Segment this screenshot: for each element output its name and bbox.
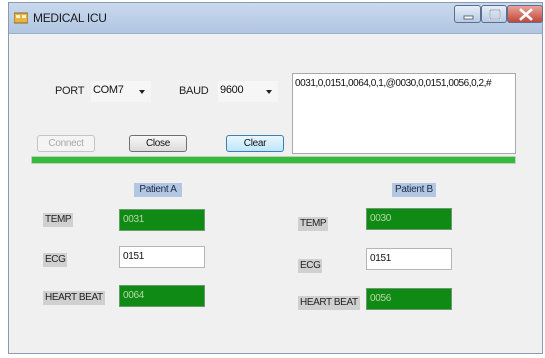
minimize-button[interactable]: [454, 5, 481, 23]
patient-a-heartbeat-field: 0064: [119, 285, 205, 307]
patient-b-ecg-label: ECG: [298, 259, 323, 273]
patient-a-title: Patient A: [134, 183, 182, 197]
baud-select-value: 9600: [220, 84, 244, 96]
app-window: MEDICAL ICU PORT COM7 BAUD 9600 0031,0,0…: [8, 2, 543, 354]
port-select[interactable]: COM7: [91, 81, 151, 102]
baud-select[interactable]: 9600: [218, 81, 278, 102]
maximize-icon: [489, 9, 501, 20]
serial-data-textbox[interactable]: 0031,0,0151,0064,0,1,@0030,0,0151,0056,0…: [292, 73, 516, 154]
patient-b-temp-label: TEMP: [298, 217, 329, 231]
close-button[interactable]: Close: [129, 135, 187, 152]
progress-bar: [31, 156, 516, 164]
close-window-button[interactable]: [507, 5, 543, 23]
patient-a-heartbeat-label: HEART BEAT: [43, 291, 105, 305]
patient-b-heartbeat-label: HEART BEAT: [298, 296, 360, 310]
patient-a-ecg-field[interactable]: 0151: [119, 246, 205, 268]
port-select-value: COM7: [93, 84, 124, 96]
serial-data-text: 0031,0,0151,0064,0,1,@0030,0,0151,0056,0…: [295, 78, 492, 89]
baud-label: BAUD: [179, 85, 209, 97]
close-icon: [519, 8, 533, 21]
port-label: PORT: [55, 85, 85, 97]
minimize-icon: [463, 15, 474, 20]
connect-button[interactable]: Connect: [37, 135, 95, 152]
app-icon: [13, 11, 29, 24]
patient-b-heartbeat-field: 0056: [366, 288, 452, 310]
patient-b-title: Patient B: [392, 183, 436, 197]
patient-a-temp-field: 0031: [119, 209, 205, 231]
patient-b-ecg-field[interactable]: 0151: [366, 248, 452, 270]
patient-a-ecg-label: ECG: [43, 253, 68, 267]
window-title: MEDICAL ICU: [33, 11, 107, 25]
chevron-down-icon: [139, 90, 145, 94]
maximize-button[interactable]: [481, 5, 507, 23]
clear-button[interactable]: Clear: [226, 135, 284, 152]
patient-a-temp-label: TEMP: [43, 213, 74, 227]
patient-b-temp-field: 0030: [366, 208, 452, 230]
chevron-down-icon: [266, 90, 272, 94]
title-bar[interactable]: MEDICAL ICU: [9, 3, 543, 34]
